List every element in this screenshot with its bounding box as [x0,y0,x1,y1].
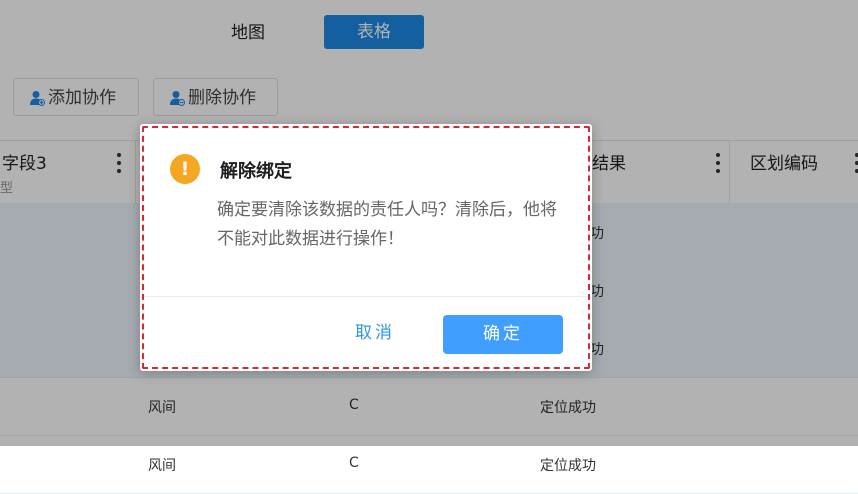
cell-result: 定位成功 [540,458,596,474]
warning-icon: ! [170,154,200,184]
dialog-message: 确定要清除该数据的责任人吗？清除后，他将不能对此数据进行操作！ [217,200,557,249]
confirm-button[interactable]: 确定 [443,315,563,354]
cell-value: C [349,455,359,471]
dialog-divider [144,296,588,297]
cell-name: 风间 [148,458,176,474]
confirm-dialog: ! 解除绑定 确定要清除该数据的责任人吗？清除后，他将不能对此数据进行操作！ 取… [140,124,592,371]
dialog-title: 解除绑定 [220,161,292,182]
cancel-button[interactable]: 取消 [340,315,410,351]
